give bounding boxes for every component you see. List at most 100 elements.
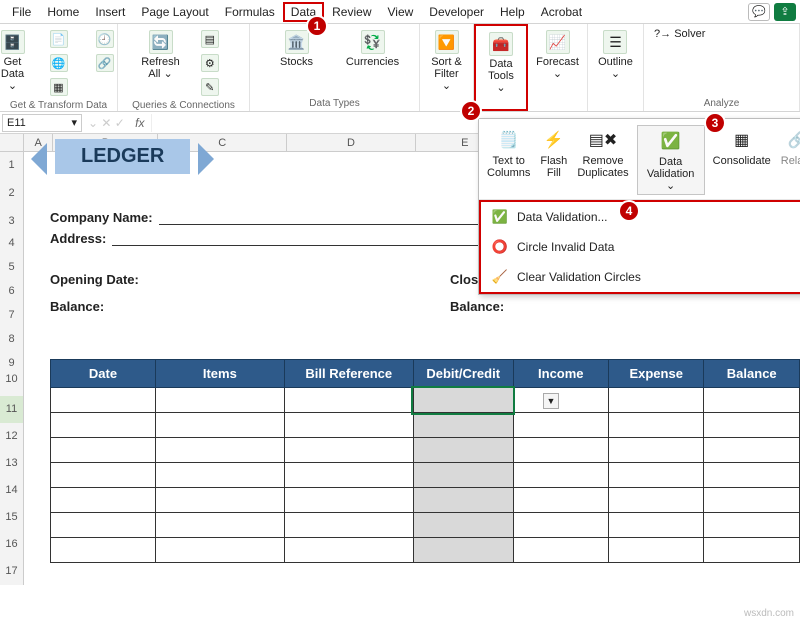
menubar: File Home Insert Page Layout Formulas Da… [0, 0, 800, 24]
tab-page-layout[interactable]: Page Layout [133, 2, 216, 22]
remove-duplicates-button[interactable]: ▤✖ Remove Duplicates [575, 125, 630, 195]
group-queries: Queries & Connections [132, 100, 235, 111]
row-4[interactable]: 4 [0, 230, 24, 254]
menu-circle-invalid[interactable]: ⭕ Circle Invalid Data [481, 232, 800, 262]
row-2[interactable]: 2 [0, 180, 24, 208]
row-9[interactable]: 9 [0, 350, 24, 366]
clear-circles-icon: 🧹 [491, 268, 509, 286]
relationships-button[interactable]: 🔗 Relatio [779, 125, 800, 195]
data-validation-menu-icon: ✅ [491, 208, 509, 226]
tab-home[interactable]: Home [39, 2, 87, 22]
get-data-button[interactable]: 🗄️ Get Data ⌄ [0, 28, 33, 94]
data-tools-button[interactable]: 🧰 Data Tools ⌄ [481, 30, 521, 96]
currencies-button[interactable]: 💱 Currencies [338, 28, 408, 70]
th-date: Date [51, 360, 156, 388]
cell-E16[interactable] [413, 513, 513, 538]
th-income: Income [513, 360, 608, 388]
label-balance-close: Balance: [450, 299, 504, 314]
refresh-icon: 🔄 [149, 30, 173, 54]
comments-button[interactable]: 💬 [748, 3, 770, 21]
row-6[interactable]: 6 [0, 278, 24, 302]
th-balance: Balance [704, 360, 800, 388]
stocks-icon: 🏛️ [285, 30, 309, 54]
menu-data-validation[interactable]: ✅ Data Validation... [481, 202, 800, 232]
circle-invalid-icon: ⭕ [491, 238, 509, 256]
row-13[interactable]: 13 [0, 450, 24, 477]
label-company: Company Name: [50, 210, 153, 225]
share-button[interactable]: ⇪ [774, 3, 796, 21]
row-12[interactable]: 12 [0, 423, 24, 450]
data-validation-icon: ✅ [658, 128, 684, 154]
flash-fill-button[interactable]: ⚡ Flash Fill [538, 125, 569, 195]
ribbon: 🗄️ Get Data ⌄ 📄 🌐 ▦ 🕘 🔗 Get & Transform … [0, 24, 800, 112]
cell-E11[interactable] [413, 388, 513, 413]
callout-2: 2 [460, 100, 482, 122]
forecast-button[interactable]: 📈 Forecast ⌄ [532, 28, 583, 82]
tab-help[interactable]: Help [492, 2, 533, 22]
solver-button[interactable]: ?→ Solver [654, 28, 705, 40]
th-expense: Expense [608, 360, 704, 388]
row-16[interactable]: 16 [0, 531, 24, 558]
th-items: Items [155, 360, 284, 388]
name-box[interactable]: E11▾ [2, 114, 82, 132]
properties-icon[interactable]: ⚙ [190, 52, 230, 74]
ledger-table: Date Items Bill Reference Debit/Credit I… [50, 359, 800, 563]
tab-formulas[interactable]: Formulas [217, 2, 283, 22]
from-text-icon[interactable]: 📄 [39, 28, 79, 50]
callout-3: 3 [704, 112, 726, 134]
row-11[interactable]: 11 [0, 396, 24, 423]
tab-developer[interactable]: Developer [421, 2, 492, 22]
cell-E13[interactable] [413, 438, 513, 463]
text-to-columns-button[interactable]: 🗒️ Text to Columns [485, 125, 532, 195]
from-web-icon[interactable]: 🌐 [39, 52, 79, 74]
tab-acrobat[interactable]: Acrobat [533, 2, 590, 22]
cell-E14[interactable] [413, 463, 513, 488]
row-10[interactable]: 10 [0, 366, 24, 396]
tab-file[interactable]: File [4, 2, 39, 22]
menu-clear-circles[interactable]: 🧹 Clear Validation Circles [481, 262, 800, 292]
select-all-corner[interactable] [0, 134, 24, 151]
text-to-columns-icon: 🗒️ [496, 127, 522, 153]
row-15[interactable]: 15 [0, 504, 24, 531]
group-data-types: Data Types [309, 98, 359, 109]
get-data-icon: 🗄️ [1, 30, 25, 54]
row-14[interactable]: 14 [0, 477, 24, 504]
ledger-banner: LEDGER [55, 139, 190, 174]
cell-dropdown-arrow[interactable]: ▼ [543, 393, 559, 409]
ledger-title: LEDGER [55, 139, 190, 174]
sort-filter-icon: 🔽 [435, 30, 459, 54]
th-debit-credit: Debit/Credit [413, 360, 513, 388]
th-bill-ref: Bill Reference [284, 360, 413, 388]
refresh-all-button[interactable]: 🔄 Refresh All ⌄ [137, 28, 184, 82]
tab-review[interactable]: Review [324, 2, 379, 22]
watermark: wsxdn.com [744, 608, 794, 619]
label-address: Address: [50, 231, 106, 246]
tab-view[interactable]: View [380, 2, 422, 22]
edit-links-icon[interactable]: ✎ [190, 76, 230, 98]
sort-filter-button[interactable]: 🔽 Sort & Filter ⌄ [426, 28, 467, 94]
group-get-transform: Get & Transform Data [10, 100, 107, 111]
label-balance-open: Balance: [50, 299, 104, 314]
row-7[interactable]: 7 [0, 302, 24, 326]
currencies-icon: 💱 [361, 30, 385, 54]
cell-E17[interactable] [413, 538, 513, 563]
row-17[interactable]: 17 [0, 558, 24, 585]
from-table-icon[interactable]: ▦ [39, 76, 79, 98]
cell-E15[interactable] [413, 488, 513, 513]
queries-icon[interactable]: ▤ [190, 28, 230, 50]
outline-button[interactable]: ☰ Outline ⌄ [594, 28, 637, 82]
row-5[interactable]: 5 [0, 254, 24, 278]
label-opening-date: Opening Date: [50, 272, 139, 287]
data-validation-button[interactable]: ✅ Data Validation ⌄ [637, 125, 705, 195]
col-D[interactable]: D [287, 134, 416, 151]
row-3[interactable]: 3 [0, 208, 24, 230]
data-tools-icon: 🧰 [489, 32, 513, 56]
cell-E12[interactable] [413, 413, 513, 438]
data-validation-menu: ✅ Data Validation... ⭕ Circle Invalid Da… [479, 200, 800, 294]
row-1[interactable]: 1 [0, 152, 24, 180]
consolidate-button[interactable]: ▦ Consolidate [711, 125, 773, 195]
remove-duplicates-icon: ▤✖ [590, 127, 616, 153]
row-8[interactable]: 8 [0, 326, 24, 350]
tab-insert[interactable]: Insert [87, 2, 133, 22]
outline-icon: ☰ [603, 30, 627, 54]
